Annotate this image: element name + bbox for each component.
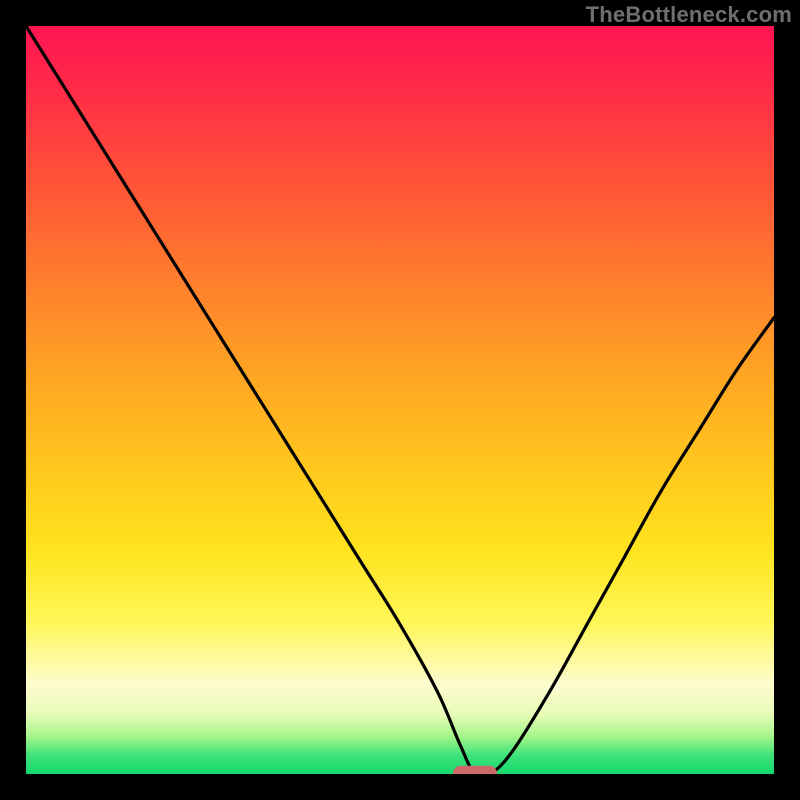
plot-area — [26, 26, 774, 774]
optimum-marker — [453, 766, 497, 774]
chart-container: TheBottleneck.com — [0, 0, 800, 800]
bottleneck-curve — [26, 26, 774, 774]
watermark-text: TheBottleneck.com — [586, 2, 792, 28]
curve-path — [26, 26, 774, 774]
